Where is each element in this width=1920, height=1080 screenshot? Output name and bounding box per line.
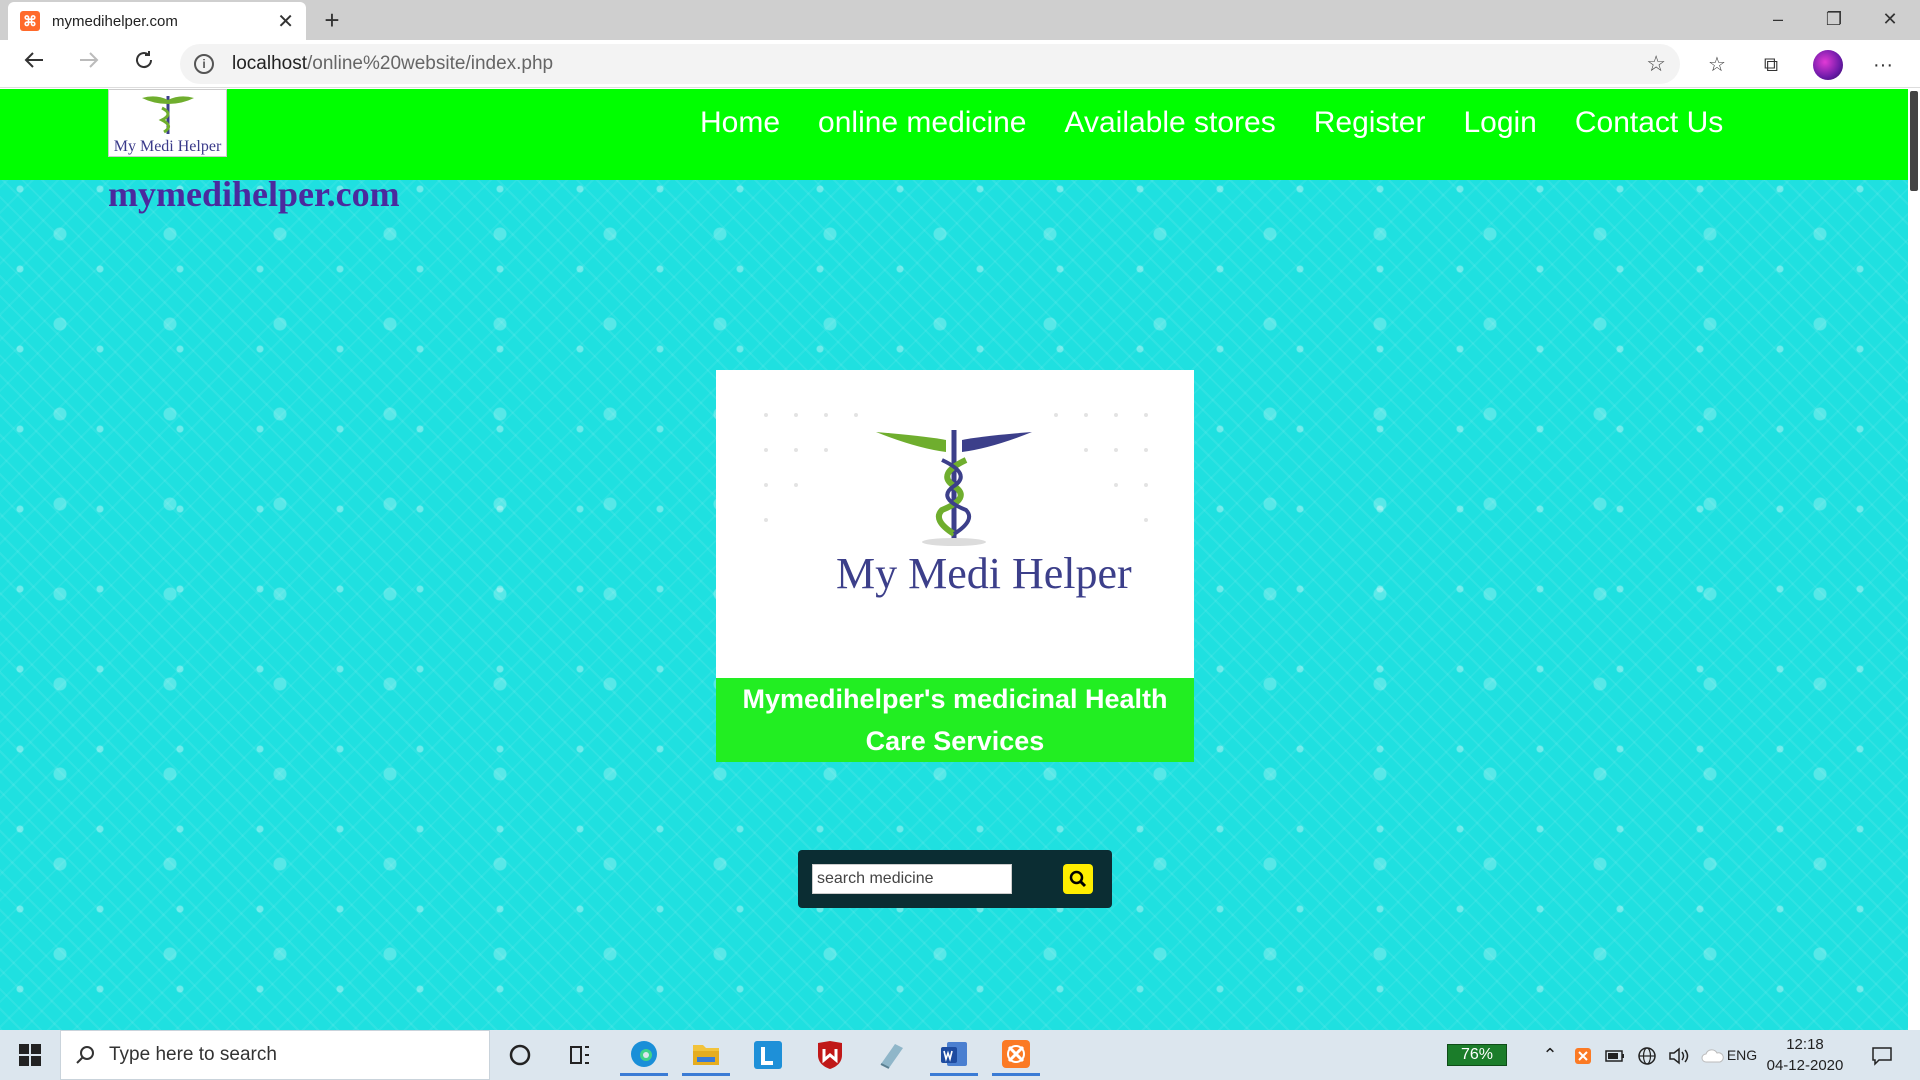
url-path: /online%20website/index.php <box>307 53 554 74</box>
search-icon <box>1069 870 1087 888</box>
collections-icon[interactable]: ⧉ <box>1754 48 1788 82</box>
scrollbar-thumb[interactable] <box>1910 91 1918 191</box>
show-hidden-icons-button[interactable]: ⌃ <box>1535 1030 1565 1080</box>
xampp-tray-icon[interactable] <box>1568 1030 1598 1080</box>
site-logo[interactable]: My Medi Helper <box>108 89 227 157</box>
volume-icon[interactable] <box>1664 1030 1694 1080</box>
clock-date: 04-12-2020 <box>1766 1057 1844 1074</box>
site-domain-heading: mymedihelper.com <box>108 174 400 214</box>
battery-icon[interactable] <box>1600 1030 1630 1080</box>
close-window-button[interactable]: ✕ <box>1862 0 1918 40</box>
hero-title: My Medi Helper <box>836 549 1132 598</box>
back-arrow-icon <box>24 52 43 68</box>
mcafee-icon[interactable] <box>806 1034 854 1076</box>
browser-toolbar: i localhost/online%20website/index.php ☆… <box>0 40 1920 88</box>
tab-close-icon[interactable]: ✕ <box>277 9 294 34</box>
search-icon <box>76 1046 94 1064</box>
favorite-star-icon[interactable]: ☆ <box>1646 51 1666 77</box>
caduceus-logo-icon <box>141 96 194 134</box>
forward-button[interactable] <box>71 46 107 82</box>
taskbar-clock[interactable]: 12:18 04-12-2020 <box>1765 1034 1845 1076</box>
language-indicator[interactable]: ENG <box>1722 1030 1762 1080</box>
search-button[interactable] <box>1063 864 1093 894</box>
browser-tab-strip: ⌘ mymedihelper.com ✕ + – ❐ ✕ <box>0 0 1920 40</box>
web-page: My Medi Helper Home online medicine Avai… <box>0 89 1908 1030</box>
nav-contact-us[interactable]: Contact Us <box>1575 106 1723 140</box>
tab-title: mymedihelper.com <box>52 12 178 30</box>
page-scrollbar[interactable] <box>1908 89 1920 1030</box>
xampp-icon[interactable] <box>992 1034 1040 1076</box>
site-info-icon[interactable]: i <box>194 54 214 74</box>
taskbar-search-box[interactable]: Type here to search <box>60 1030 490 1080</box>
url-text[interactable]: localhost/online%20website/index.php <box>232 53 1646 75</box>
minimize-button[interactable]: – <box>1750 0 1806 40</box>
battery-percent-badge: 76% <box>1447 1044 1507 1066</box>
network-globe-icon[interactable] <box>1632 1030 1662 1080</box>
nav-login[interactable]: Login <box>1463 106 1536 140</box>
l-app-icon[interactable] <box>744 1034 792 1076</box>
nav-online-medicine[interactable]: online medicine <box>818 106 1026 140</box>
refresh-button[interactable] <box>126 46 162 82</box>
more-menu-button[interactable]: ··· <box>1866 48 1900 82</box>
search-medicine-input[interactable] <box>812 864 1012 894</box>
taskbar-search-text: Type here to search <box>109 1044 277 1065</box>
nav-register[interactable]: Register <box>1314 106 1426 140</box>
windows-taskbar: Type here to search 76% ⌃ ENG 12:18 04-1… <box>0 1030 1920 1080</box>
browser-tab[interactable]: ⌘ mymedihelper.com ✕ <box>8 2 306 40</box>
nav-home[interactable]: Home <box>700 106 780 140</box>
medicine-search-box <box>798 850 1112 908</box>
logo-text: My Medi Helper <box>113 138 222 155</box>
site-header: My Medi Helper Home online medicine Avai… <box>0 89 1908 180</box>
start-button[interactable] <box>0 1030 60 1080</box>
clock-time: 12:18 <box>1786 1036 1824 1053</box>
back-button[interactable] <box>16 46 52 82</box>
notifications-icon[interactable] <box>1862 1030 1902 1080</box>
nav-available-stores[interactable]: Available stores <box>1065 106 1276 140</box>
xampp-favicon-icon: ⌘ <box>20 11 40 31</box>
hero-card: My Medi Helper Mymedihelper's medicinal … <box>716 370 1194 762</box>
profile-avatar[interactable] <box>1813 50 1843 80</box>
file-explorer-icon[interactable] <box>682 1034 730 1076</box>
url-host: localhost <box>232 53 307 74</box>
site-navigation: Home online medicine Available stores Re… <box>700 89 1723 157</box>
notes-icon[interactable] <box>868 1034 916 1076</box>
forward-arrow-icon <box>80 52 99 68</box>
windows-logo-icon <box>19 1044 41 1066</box>
word-icon[interactable] <box>930 1034 978 1076</box>
task-view-icon[interactable] <box>556 1034 604 1076</box>
favorites-list-icon[interactable]: ☆ <box>1700 48 1734 82</box>
new-tab-button[interactable]: + <box>316 4 348 36</box>
hero-logo-image <box>764 413 1148 546</box>
edge-icon[interactable] <box>620 1034 668 1076</box>
refresh-icon <box>136 51 153 69</box>
hero-caption: Mymedihelper's medicinal Health Care Ser… <box>716 678 1194 762</box>
maximize-button[interactable]: ❐ <box>1806 0 1862 40</box>
address-bar[interactable]: i localhost/online%20website/index.php ☆ <box>180 44 1680 84</box>
cortana-icon[interactable] <box>496 1034 544 1076</box>
